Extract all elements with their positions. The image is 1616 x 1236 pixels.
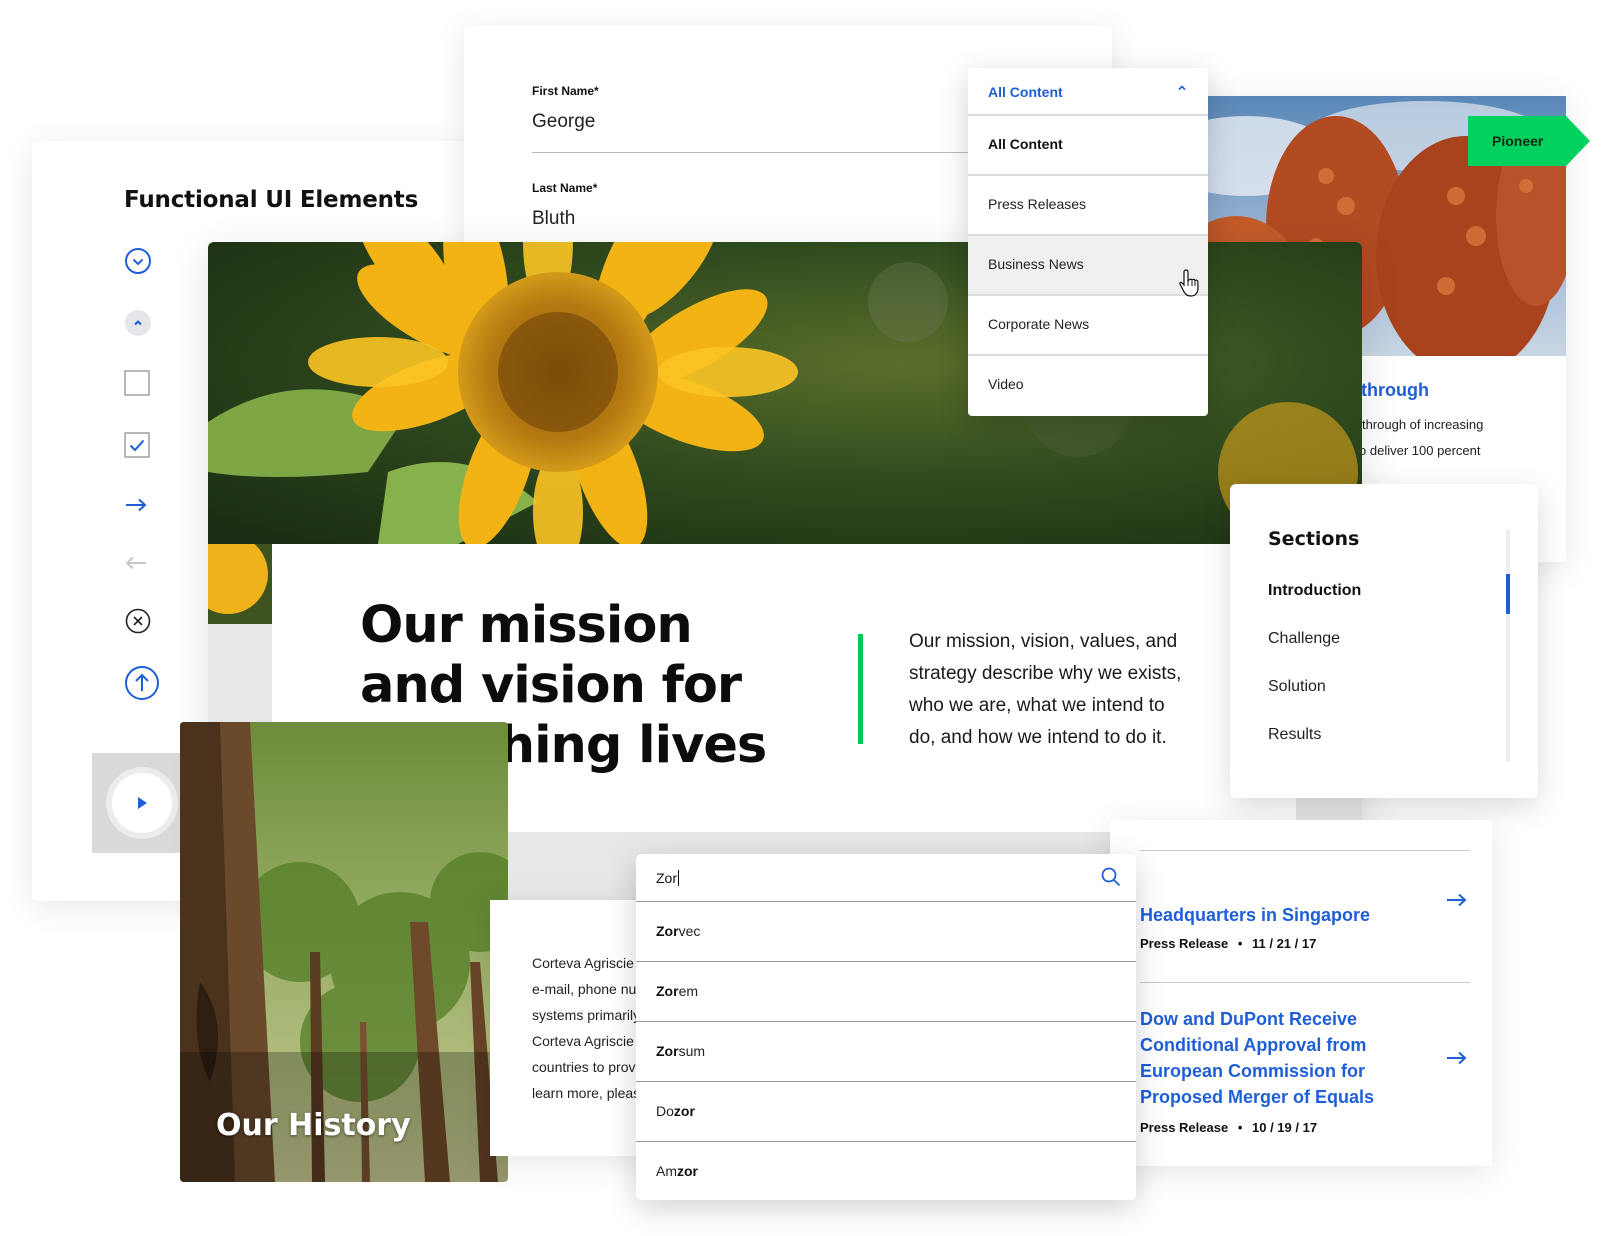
section-progress-indicator: [1506, 574, 1510, 614]
dropdown-option-video[interactable]: Video: [968, 356, 1208, 416]
chevron-up-icon: [1178, 85, 1186, 91]
search-autocomplete[interactable]: Zor Zorvec Zorem Zorsum Dozor Amzor: [636, 854, 1136, 1200]
suggestion-match: Zor: [656, 1043, 679, 1059]
body-text-line: systems primarily: [532, 1007, 641, 1023]
news-divider: [1140, 982, 1470, 983]
search-input[interactable]: Zor: [636, 854, 1136, 902]
meta-separator: •: [1237, 936, 1243, 951]
suggestion-text: vec: [678, 923, 701, 939]
suggestion-text: sum: [678, 1043, 706, 1059]
arrow-right-icon[interactable]: [124, 497, 148, 513]
pioneer-article-excerpt: eakthrough of increasing m to deliver 10…: [1341, 412, 1483, 464]
section-link-solution[interactable]: Solution: [1268, 678, 1326, 696]
section-link-challenge[interactable]: Challenge: [1268, 630, 1340, 648]
play-button[interactable]: [112, 773, 172, 833]
mission-description: Our mission, vision, values, and strateg…: [909, 626, 1209, 754]
mission-heading-line: and vision for: [360, 656, 742, 715]
suggestion-text: em: [678, 983, 699, 999]
dropdown-option-corporate-news[interactable]: Corporate News: [968, 296, 1208, 356]
chevron-up-circle-icon[interactable]: [124, 309, 152, 337]
search-query: Zor: [656, 870, 677, 886]
news-item-date: 10 / 19 / 17: [1252, 1120, 1318, 1135]
sections-nav: Sections Introduction Challenge Solution…: [1230, 484, 1538, 798]
news-list-card: Headquarters in Singapore Press Release …: [1110, 820, 1492, 1166]
history-title[interactable]: Our History: [216, 1108, 411, 1143]
search-suggestion[interactable]: Amzor: [636, 1142, 1136, 1200]
history-card[interactable]: Our History: [180, 722, 508, 1182]
suggestion-text: Do: [656, 1103, 674, 1119]
section-link-results[interactable]: Results: [1268, 726, 1321, 744]
mission-description-line: strategy describe why we exists,: [909, 663, 1182, 684]
news-title-line: Conditional Approval from: [1140, 1035, 1367, 1055]
chevron-down-circle-icon[interactable]: [124, 247, 152, 275]
first-name-label: First Name*: [532, 84, 599, 98]
news-item-meta: Press Release • 10 / 19 / 17: [1140, 1120, 1317, 1135]
hand-pointer-icon: [1179, 269, 1199, 297]
news-item-title[interactable]: Headquarters in Singapore: [1140, 902, 1410, 928]
checkbox-empty-icon[interactable]: [124, 370, 150, 396]
close-circle-icon[interactable]: [124, 607, 152, 635]
text-caret: [678, 870, 679, 886]
search-suggestion[interactable]: Dozor: [636, 1082, 1136, 1142]
body-text-line: learn more, pleas: [532, 1085, 641, 1101]
functional-ui-title: Functional UI Elements: [124, 187, 419, 213]
search-icon[interactable]: [1100, 866, 1122, 888]
search-suggestion[interactable]: Zorvec: [636, 902, 1136, 962]
suggestion-text: Am: [656, 1163, 677, 1179]
dropdown-selected-label: All Content: [988, 84, 1063, 100]
mission-description-line: Our mission, vision, values, and: [909, 631, 1178, 652]
arrow-right-icon[interactable]: [1446, 892, 1468, 908]
content-filter-dropdown[interactable]: All Content All Content Press Releases B…: [968, 68, 1208, 416]
first-name-field[interactable]: George: [532, 111, 595, 133]
dropdown-option-press-releases[interactable]: Press Releases: [968, 176, 1208, 236]
suggestion-match: zor: [677, 1163, 698, 1179]
news-title-line: Proposed Merger of Equals: [1140, 1087, 1375, 1107]
accent-bar: [858, 634, 863, 744]
body-text: Corteva Agriscie e-mail, phone nu system…: [532, 950, 640, 1106]
pioneer-excerpt-line: eakthrough of increasing: [1341, 417, 1484, 432]
mission-description-line: who we are, what we intend to: [909, 695, 1165, 716]
news-item-type: Press Release: [1140, 1120, 1229, 1135]
mission-description-line: do, and how we intend to do it.: [909, 727, 1167, 748]
pioneer-tag: Pioneer: [1468, 116, 1590, 166]
news-item-date: 11 / 21 / 17: [1252, 936, 1317, 951]
news-title-line: European Commission for: [1140, 1061, 1366, 1081]
search-suggestion[interactable]: Zorem: [636, 962, 1136, 1022]
meta-separator: •: [1237, 1120, 1243, 1135]
news-title-line: Dow and DuPont Receive: [1140, 1009, 1358, 1029]
suggestion-match: Zor: [656, 923, 679, 939]
sunflower-image-edge: [208, 544, 272, 624]
search-suggestion[interactable]: Zorsum: [636, 1022, 1136, 1082]
dropdown-selected[interactable]: All Content: [968, 68, 1208, 116]
checkbox-checked-icon[interactable]: [124, 432, 150, 458]
sections-title: Sections: [1268, 528, 1360, 550]
dropdown-option-all-content[interactable]: All Content: [968, 116, 1208, 176]
last-name-field[interactable]: Bluth: [532, 208, 575, 230]
body-text-line: Corteva Agriscie: [532, 955, 634, 971]
suggestion-match: zor: [673, 1103, 695, 1119]
news-item-meta: Press Release • 11 / 21 / 17: [1140, 936, 1316, 951]
dropdown-option-business-news[interactable]: Business News: [968, 236, 1208, 296]
section-progress-track: [1506, 530, 1510, 762]
body-text-line: Corteva Agriscie: [532, 1033, 634, 1049]
body-text-line: e-mail, phone nu: [532, 981, 637, 997]
news-item-type: Press Release: [1140, 936, 1229, 951]
suggestion-match: Zor: [656, 983, 679, 999]
arrow-right-icon[interactable]: [1446, 1050, 1468, 1066]
news-divider: [1140, 850, 1470, 851]
news-item-title[interactable]: Dow and DuPont Receive Conditional Appro…: [1140, 1006, 1410, 1110]
play-icon: [138, 797, 147, 809]
body-text-line: countries to prov: [532, 1059, 636, 1075]
last-name-label: Last Name*: [532, 181, 598, 195]
section-link-introduction[interactable]: Introduction: [1268, 582, 1361, 600]
pioneer-excerpt-line: m to deliver 100 percent: [1341, 443, 1481, 458]
arrow-left-icon[interactable]: [124, 555, 148, 571]
arrow-up-circle-icon[interactable]: [124, 665, 160, 701]
mission-heading-line: Our mission: [360, 596, 693, 655]
